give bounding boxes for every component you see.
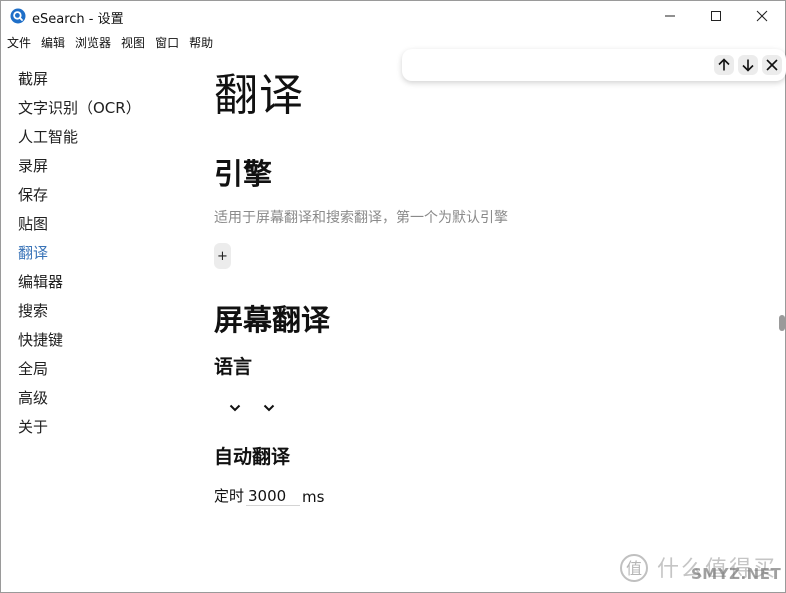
window-title: eSearch - 设置 bbox=[32, 12, 124, 27]
sidebar-item-ocr[interactable]: 文字识别（OCR） bbox=[18, 94, 188, 123]
sidebar-item-screen-record[interactable]: 录屏 bbox=[18, 152, 188, 181]
maximize-button[interactable] bbox=[693, 1, 739, 31]
sidebar-item-save[interactable]: 保存 bbox=[18, 181, 188, 210]
find-in-page-panel bbox=[402, 49, 786, 81]
menu-window[interactable]: 窗口 bbox=[149, 33, 183, 53]
page-title: 翻译 bbox=[214, 70, 304, 121]
add-engine-button[interactable]: + bbox=[214, 243, 231, 269]
timer-input[interactable] bbox=[246, 486, 301, 506]
minimize-button[interactable] bbox=[647, 1, 693, 31]
watermark-logo-icon: 值 bbox=[619, 553, 649, 583]
menu-browser[interactable]: 浏览器 bbox=[69, 33, 115, 53]
menu-file[interactable]: 文件 bbox=[1, 33, 35, 53]
target-language-select[interactable] bbox=[262, 399, 276, 412]
sidebar-item-search[interactable]: 搜索 bbox=[18, 297, 188, 326]
sidebar-item-about[interactable]: 关于 bbox=[18, 413, 188, 442]
watermark: 值 什么值得买 SMYZ.NET bbox=[619, 549, 783, 589]
sidebar-item-pin[interactable]: 贴图 bbox=[18, 210, 188, 239]
arrow-up-icon bbox=[718, 58, 730, 71]
search-app-icon bbox=[10, 8, 26, 24]
timer-label: 定时 bbox=[214, 487, 245, 505]
menu-bar: 文件 编辑 浏览器 视图 窗口 帮助 bbox=[1, 33, 217, 53]
close-button[interactable] bbox=[739, 1, 785, 31]
arrow-down-icon bbox=[742, 59, 754, 72]
timer-unit: ms bbox=[302, 488, 325, 506]
menu-view[interactable]: 视图 bbox=[115, 33, 149, 53]
minimize-icon bbox=[665, 15, 675, 17]
auto-translate-timer-row: 定时 ms bbox=[214, 485, 324, 506]
sidebar-item-editor[interactable]: 编辑器 bbox=[18, 268, 188, 297]
content-scrollbar[interactable] bbox=[778, 53, 786, 593]
close-icon bbox=[756, 10, 768, 22]
sidebar-item-advanced[interactable]: 高级 bbox=[18, 384, 188, 413]
title-bar[interactable]: eSearch - 设置 bbox=[1, 1, 785, 31]
chevron-down-icon bbox=[229, 404, 241, 412]
engine-description: 适用于屏幕翻译和搜索翻译，第一个为默认引擎 bbox=[214, 210, 508, 226]
source-language-select[interactable] bbox=[228, 399, 242, 412]
engine-heading: 引擎 bbox=[214, 157, 273, 191]
sidebar-item-translate[interactable]: 翻译 bbox=[18, 239, 188, 268]
settings-sidebar: 截屏 文字识别（OCR） 人工智能 录屏 保存 贴图 翻译 编辑器 搜索 快捷键… bbox=[18, 65, 188, 442]
chevron-down-icon bbox=[263, 404, 275, 412]
sidebar-item-ai[interactable]: 人工智能 bbox=[18, 123, 188, 152]
find-next-button[interactable] bbox=[738, 55, 758, 75]
sidebar-item-global[interactable]: 全局 bbox=[18, 355, 188, 384]
scrollbar-thumb[interactable] bbox=[779, 315, 785, 331]
auto-translate-heading: 自动翻译 bbox=[214, 446, 291, 468]
settings-window: eSearch - 设置 文件 编辑 浏览器 视图 窗口 帮助 截屏 文字识别（… bbox=[0, 0, 786, 593]
screen-translate-heading: 屏幕翻译 bbox=[214, 303, 331, 337]
sidebar-item-screenshot[interactable]: 截屏 bbox=[18, 65, 188, 94]
sidebar-item-shortcuts[interactable]: 快捷键 bbox=[18, 326, 188, 355]
svg-text:值: 值 bbox=[626, 559, 642, 578]
menu-help[interactable]: 帮助 bbox=[183, 33, 217, 53]
menu-edit[interactable]: 编辑 bbox=[35, 33, 69, 53]
close-icon bbox=[766, 59, 778, 71]
find-previous-button[interactable] bbox=[714, 55, 734, 75]
maximize-icon bbox=[711, 11, 721, 21]
language-heading: 语言 bbox=[214, 356, 253, 378]
watermark-text-en: SMYZ.NET bbox=[691, 565, 782, 583]
